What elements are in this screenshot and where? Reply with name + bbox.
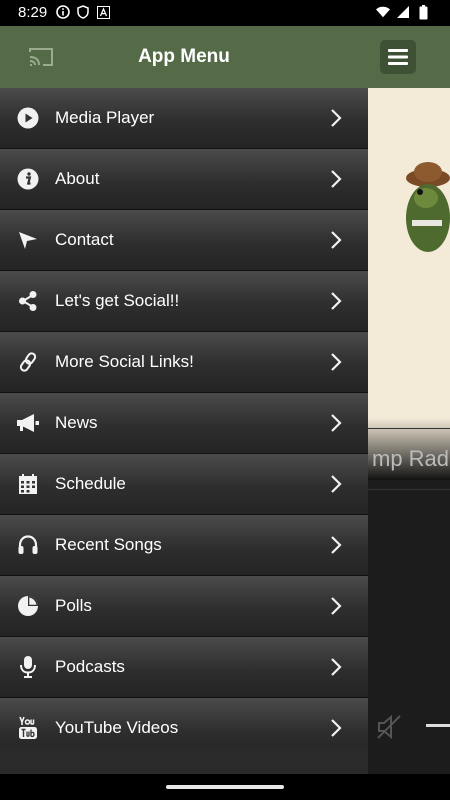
send-icon [16,228,40,252]
chevron-right-icon [330,535,342,560]
menu-item-media-player[interactable]: Media Player [0,88,368,149]
status-time: 8:29 [18,4,48,21]
menu-item-recent-songs[interactable]: Recent Songs [0,515,368,576]
menu-item-social[interactable]: Let's get Social!! [0,271,368,332]
menu-item-youtube-videos[interactable]: YouTube Videos [0,698,368,746]
chevron-right-icon [330,352,342,377]
drawer-footer [0,746,368,774]
hamburger-icon [388,49,408,65]
mute-icon[interactable] [376,714,402,745]
youtube-icon [16,716,40,740]
chevron-right-icon [330,413,342,438]
a-badge-icon [96,5,110,19]
menu-item-more-social-links[interactable]: More Social Links! [0,332,368,393]
drawer-title: App Menu [138,46,230,67]
menu-button[interactable] [380,40,416,74]
share-icon [16,289,40,313]
menu-item-label: YouTube Videos [55,718,179,737]
chevron-right-icon [330,108,342,133]
info-icon [56,5,70,19]
megaphone-icon [16,411,40,435]
battery-icon [416,4,430,19]
menu-item-label: About [55,169,100,188]
menu-item-label: Schedule [55,474,126,493]
drawer-menu: Media Player About Contact Let's get Soc… [0,88,368,746]
drawer-header: App Menu [0,26,368,88]
menu-item-news[interactable]: News [0,393,368,454]
pie-chart-icon [16,594,40,618]
wifi-icon [376,5,390,19]
background-app: mp Radi [368,26,450,774]
chevron-right-icon [330,596,342,621]
chevron-right-icon [330,291,342,316]
menu-item-podcasts[interactable]: Podcasts [0,637,368,698]
station-artwork [368,88,450,480]
menu-item-polls[interactable]: Polls [0,576,368,637]
link-icon [16,350,40,374]
chevron-right-icon [330,230,342,255]
menu-item-schedule[interactable]: Schedule [0,454,368,515]
menu-item-label: Let's get Social!! [55,291,180,310]
alligator-logo [406,162,450,252]
menu-item-label: Podcasts [55,657,125,676]
status-bar: 8:29 [0,0,450,26]
menu-item-contact[interactable]: Contact [0,210,368,271]
volume-slider[interactable] [426,724,450,727]
station-title-text: mp Radi [372,446,450,471]
chevron-right-icon [330,657,342,682]
station-title: mp Radi [368,428,450,490]
menu-item-label: Media Player [55,108,155,127]
play-icon [16,106,40,130]
menu-item-label: Recent Songs [55,535,162,554]
home-gesture-handle[interactable] [166,785,284,789]
menu-item-label: Polls [55,596,92,615]
menu-item-label: Contact [55,230,114,249]
shield-icon [76,5,90,19]
menu-item-label: News [55,413,98,432]
menu-item-label: More Social Links! [55,352,194,371]
app-toolbar [368,26,450,88]
chevron-right-icon [330,718,342,743]
calendar-icon [16,472,40,496]
info-icon [16,167,40,191]
microphone-icon [16,655,40,679]
chevron-right-icon [330,474,342,499]
menu-item-about[interactable]: About [0,149,368,210]
system-navigation-bar [0,774,450,800]
signal-icon [396,5,410,19]
navigation-drawer: App Menu Media Player About Contact Let'… [0,26,368,774]
headphones-icon [16,533,40,557]
chevron-right-icon [330,169,342,194]
